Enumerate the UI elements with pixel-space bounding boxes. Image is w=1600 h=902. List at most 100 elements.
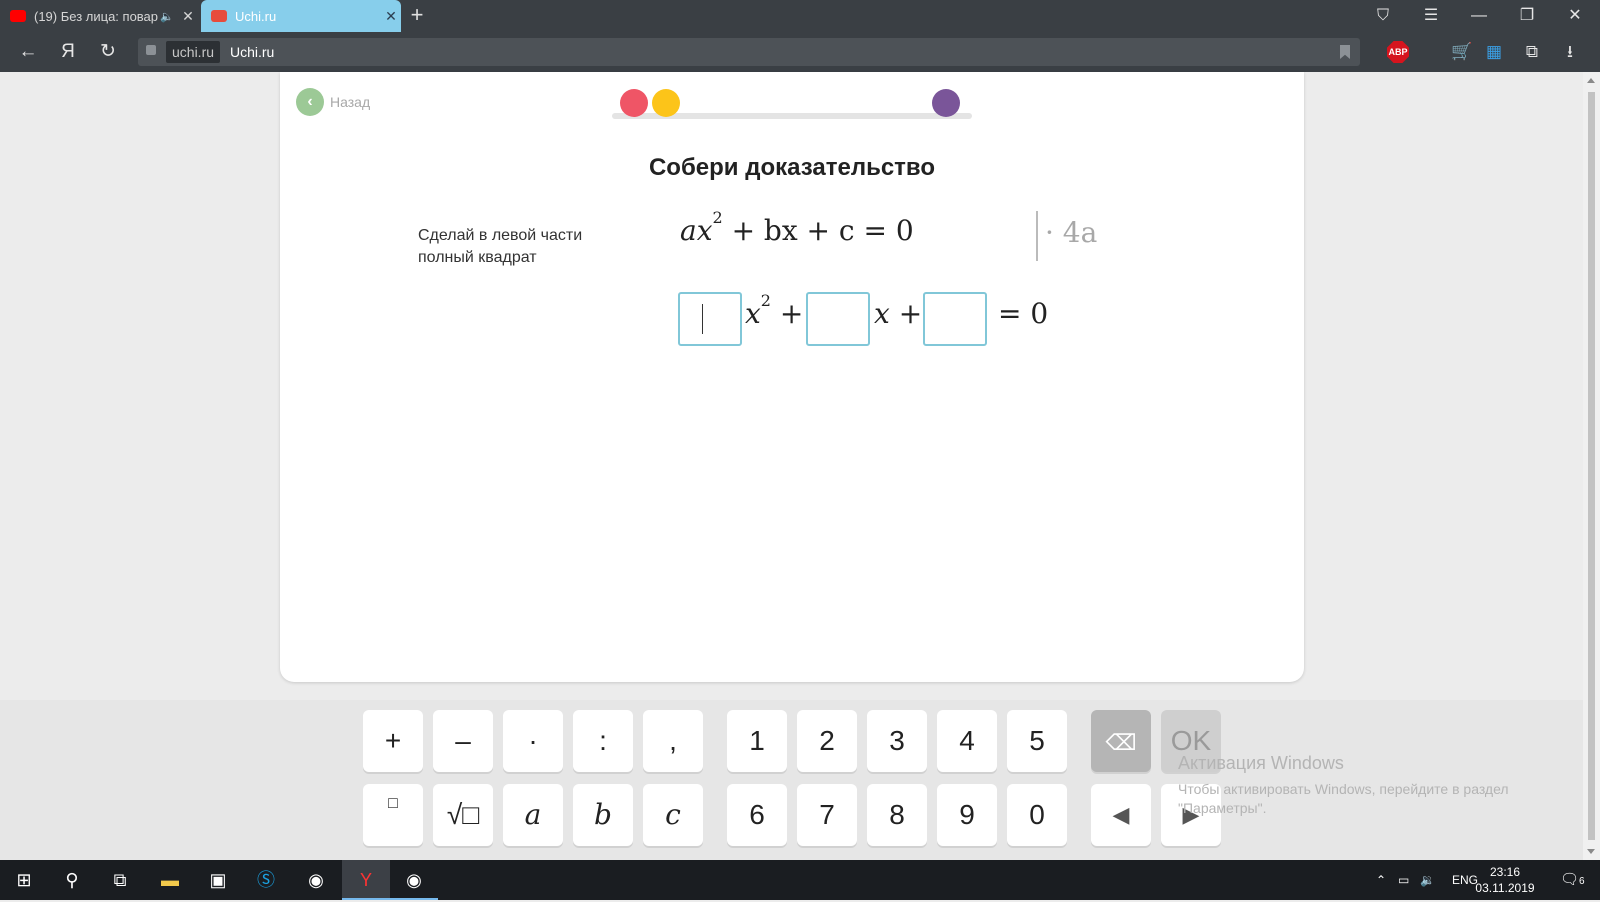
uchi-icon — [211, 10, 227, 22]
equation-power: 2 — [712, 208, 723, 227]
key-8[interactable]: 8 — [867, 784, 927, 846]
download-icon[interactable]: ⭳ — [1560, 42, 1580, 62]
back-arrow-icon[interactable]: ← — [8, 32, 48, 72]
address-toolbar: ← Я ↻ uchi.ru Uchi.ru ABP 🛒 ▦ ⧉ ⭳ — [0, 32, 1600, 72]
instruction-text: Сделай в левой части полный квадрат — [418, 227, 583, 266]
windows-start-icon[interactable]: ⊞ — [0, 860, 48, 900]
menu-icon[interactable]: ☰ — [1408, 0, 1454, 32]
key-4[interactable]: 4 — [937, 710, 997, 772]
calendar-extension-icon[interactable]: ▦ — [1484, 42, 1504, 62]
reload-icon[interactable]: ↻ — [88, 32, 128, 72]
yandex-browser-icon[interactable]: Y — [342, 860, 390, 900]
key-sqrt[interactable]: √□ — [433, 784, 493, 846]
notifications-icon[interactable]: 🗨6 — [1560, 860, 1585, 900]
file-explorer-icon[interactable]: ▬ — [146, 860, 194, 900]
tab-youtube[interactable]: (19) Без лица: повар 🔈 ✕ — [0, 0, 198, 32]
answer-power: 2 — [760, 291, 771, 310]
close-icon[interactable]: ✕ — [1552, 0, 1598, 32]
volume-icon[interactable]: 🔉 — [1420, 860, 1435, 900]
scroll-up-icon[interactable] — [1587, 78, 1595, 83]
adblock-icon[interactable]: ABP — [1387, 41, 1409, 63]
cursor-left-button[interactable]: ◀ — [1091, 784, 1151, 846]
steam-icon[interactable]: ◉ — [292, 860, 340, 900]
key-2[interactable]: 2 — [797, 710, 857, 772]
chevron-up-icon[interactable]: ⌃ — [1376, 860, 1386, 900]
address-bar[interactable]: uchi.ru Uchi.ru — [138, 38, 1360, 66]
backspace-icon: ⌫ — [1105, 730, 1137, 755]
new-tab-button[interactable]: + — [406, 0, 428, 32]
tab-uchi[interactable]: Uchi.ru ✕ — [201, 0, 401, 32]
browser-tab-bar: (19) Без лица: повар 🔈 ✕ Uchi.ru ✕ + ⛉ ☰… — [0, 0, 1600, 32]
scroll-down-icon[interactable] — [1587, 849, 1595, 854]
key-1[interactable]: 1 — [727, 710, 787, 772]
answer-plus1: + — [770, 297, 804, 330]
answer-x2-term: x2 + — [745, 291, 804, 330]
answer-box-coef-x[interactable] — [806, 292, 870, 346]
key-comma[interactable]: , — [643, 710, 703, 772]
search-icon[interactable]: ⚲ — [48, 860, 96, 900]
bookmark-icon[interactable] — [1340, 45, 1350, 59]
app-icon[interactable]: ▣ — [194, 860, 242, 900]
close-tab-icon[interactable]: ✕ — [178, 8, 198, 25]
youtube-icon — [10, 10, 26, 22]
task-view-icon[interactable]: ⧉ — [96, 860, 144, 900]
key-0[interactable]: 0 — [1007, 784, 1067, 846]
progress-dot-yellow — [652, 89, 680, 117]
minimize-icon[interactable]: — — [1456, 0, 1502, 32]
windows-activation-watermark: Активация Windows Чтобы активировать Win… — [1178, 753, 1509, 818]
skype-icon[interactable]: Ⓢ — [242, 860, 290, 900]
lock-icon — [146, 45, 156, 55]
key-5[interactable]: 5 — [1007, 710, 1067, 772]
tab-title: Uchi.ru — [235, 8, 277, 24]
progress-dot-purple — [932, 89, 960, 117]
answer-box-coef-x2[interactable] — [678, 292, 742, 346]
scroll-thumb[interactable] — [1588, 92, 1595, 840]
key-minus[interactable]: – — [433, 710, 493, 772]
page-scrollbar[interactable] — [1583, 72, 1600, 860]
network-icon[interactable]: ▭ — [1398, 860, 1409, 900]
watermark-title: Активация Windows — [1178, 753, 1344, 773]
answer-x2: x — [745, 297, 761, 330]
answer-box-constant[interactable] — [923, 292, 987, 346]
restore-icon[interactable]: ❐ — [1504, 0, 1550, 32]
back-label: Назад — [330, 94, 371, 110]
key-var-a[interactable]: a — [503, 784, 563, 846]
task-title: Собери доказательство — [648, 154, 936, 181]
bookmarks-icon[interactable]: ⛉ — [1360, 0, 1406, 32]
equation-rest: + bx + c = 0 — [722, 214, 914, 247]
task-card: ‹ Назад Собери доказательство Сделай в л… — [280, 72, 1304, 682]
clock-time: 23:16 — [1489, 865, 1521, 879]
key-var-b[interactable]: b — [573, 784, 633, 846]
close-tab-icon[interactable]: ✕ — [381, 8, 401, 25]
notification-count: 6 — [1579, 876, 1585, 887]
key-plus[interactable]: + — [363, 710, 423, 772]
key-7[interactable]: 7 — [797, 784, 857, 846]
backspace-button[interactable]: ⌫ — [1091, 710, 1151, 772]
answer-plus2: + — [889, 297, 923, 330]
back-button[interactable]: ‹ Назад — [296, 88, 370, 116]
windows-taskbar: ⊞ ⚲ ⧉ ▬ ▣ Ⓢ ◉ Y ◉ ⌃ ▭ 🔉 ENG 23:16 03.11.… — [0, 860, 1600, 900]
watermark-line2: "Параметры". — [1178, 800, 1267, 816]
steam-icon[interactable]: ◉ — [390, 860, 438, 900]
translate-icon[interactable]: ⧉ — [1522, 42, 1542, 62]
answer-rhs: = 0 — [998, 297, 1049, 330]
tab-title: (19) Без лица: повар — [34, 8, 159, 24]
source-equation: ax2 + bx + c = 0 — [680, 208, 914, 247]
key-6[interactable]: 6 — [727, 784, 787, 846]
watermark-line1: Чтобы активировать Windows, перейдите в … — [1178, 781, 1509, 797]
cart-icon[interactable]: 🛒 — [1451, 42, 1472, 62]
key-multiply[interactable]: · — [503, 710, 563, 772]
key-3[interactable]: 3 — [867, 710, 927, 772]
yandex-button[interactable]: Я — [48, 32, 88, 72]
speaker-icon[interactable]: 🔈 — [160, 10, 174, 23]
equation-lhs: ax — [680, 214, 713, 247]
key-divide[interactable]: : — [573, 710, 633, 772]
chevron-left-icon: ‹ — [296, 88, 324, 116]
clock[interactable]: 23:16 03.11.2019 — [1470, 864, 1540, 896]
answer-x: x — [874, 297, 890, 330]
key-9[interactable]: 9 — [937, 784, 997, 846]
key-power[interactable]: □ — [363, 784, 423, 846]
multiplier-text: · 4a — [1045, 216, 1098, 249]
key-var-c[interactable]: c — [643, 784, 703, 846]
multiplier-divider — [1036, 211, 1038, 261]
